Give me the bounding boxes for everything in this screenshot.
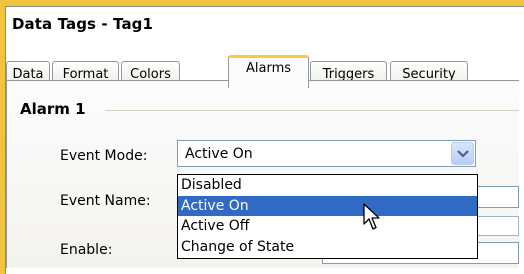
event-mode-dropdown-button[interactable]: [451, 142, 474, 165]
enable-label: Enable:: [60, 242, 113, 258]
event-mode-label: Event Mode:: [60, 148, 148, 164]
option-active-off[interactable]: Active Off: [178, 216, 477, 237]
window-title: Data Tags - Tag1: [12, 15, 154, 33]
alarm-group-title: Alarm 1: [20, 100, 86, 118]
tab-alarms[interactable]: Alarms: [228, 55, 309, 88]
option-disabled[interactable]: Disabled: [178, 175, 477, 196]
event-mode-value: Active On: [185, 146, 253, 162]
mouse-pointer-icon: [363, 203, 380, 230]
option-change-of-state[interactable]: Change of State: [178, 237, 477, 258]
event-name-label: Event Name:: [60, 193, 151, 209]
chevron-down-icon: [457, 150, 469, 158]
event-mode-options-list: Disabled Active On Active Off Change of …: [177, 174, 478, 259]
option-active-on[interactable]: Active On: [178, 195, 477, 216]
group-divider: [105, 110, 519, 111]
event-mode-select[interactable]: Active On: [177, 140, 476, 167]
